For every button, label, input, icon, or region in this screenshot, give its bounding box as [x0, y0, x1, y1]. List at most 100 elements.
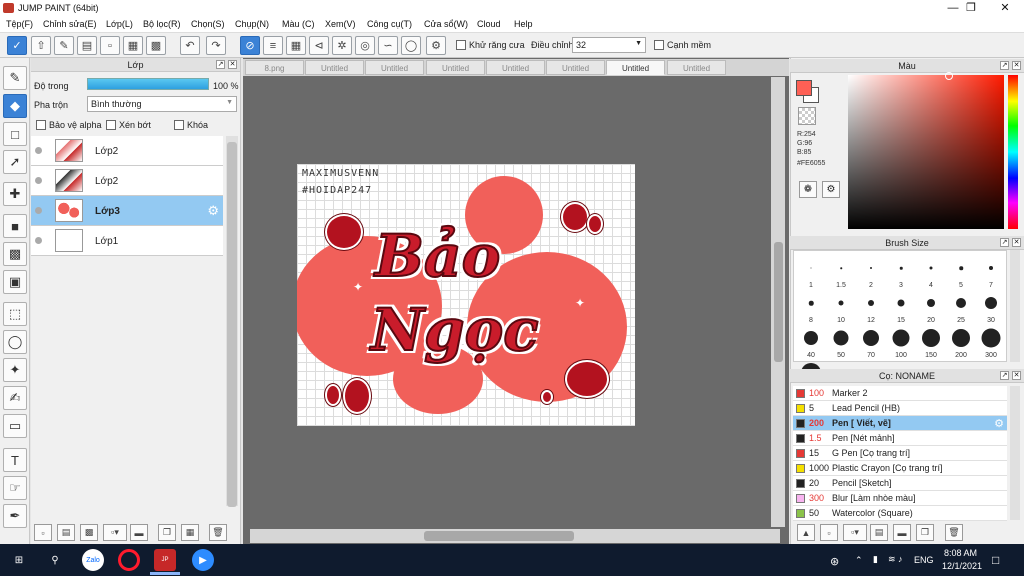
parallel-ruler-icon[interactable]: ≡: [263, 36, 283, 55]
menu-help[interactable]: Help: [514, 19, 533, 29]
menu-filter[interactable]: Bộ lọc(R): [143, 19, 181, 29]
brush-size-option[interactable]: 20: [916, 290, 946, 326]
menu-select[interactable]: Chọn(S): [191, 19, 225, 29]
brush-size-option[interactable]: 1: [796, 255, 826, 291]
layer-settings-icon[interactable]: ⚙: [207, 203, 219, 219]
tray-expand-icon[interactable]: ⌃: [855, 555, 863, 566]
menu-color[interactable]: Màu (C): [282, 19, 315, 29]
perspective-ruler-icon[interactable]: ⊲: [309, 36, 329, 55]
brush-item[interactable]: 200 Pen [ Viết, vẽ] ⚙: [793, 416, 1007, 431]
add-layer-dropdown-icon[interactable]: ▫▾: [103, 524, 127, 541]
blend-mode-select[interactable]: Bình thường ▼: [87, 96, 237, 112]
new-layer-icon[interactable]: ▤: [57, 524, 75, 541]
brush-item[interactable]: 300 Blur [Làm nhòe màu]: [793, 491, 1007, 506]
copy-icon[interactable]: ❐: [158, 524, 176, 541]
brush-trash-icon[interactable]: 🗑: [945, 524, 963, 541]
merge-icon[interactable]: ▦: [181, 524, 199, 541]
document-tab-active[interactable]: Untitled: [606, 60, 665, 75]
brush-item[interactable]: 15 G Pen [Cọ trang trí]: [793, 446, 1007, 461]
panel-close-icon[interactable]: ✕: [228, 60, 237, 69]
brush-folder-icon[interactable]: ▬: [893, 524, 911, 541]
windows-start-icon[interactable]: ⊞: [8, 549, 30, 571]
select-pen-tool-icon[interactable]: ✍: [3, 386, 27, 410]
layer-row[interactable]: Lớp1: [31, 226, 223, 256]
undock-icon[interactable]: ↗: [1000, 238, 1009, 247]
clock-date[interactable]: 12/1/2021: [942, 561, 982, 571]
zalo-icon[interactable]: Zalo: [82, 549, 104, 571]
brush-size-option[interactable]: 12: [856, 290, 886, 326]
foreground-color-swatch[interactable]: [796, 80, 812, 96]
grid-settings-icon[interactable]: ▦: [123, 36, 143, 55]
brush-list-scrollbar[interactable]: [1010, 386, 1020, 520]
brush-copy-icon[interactable]: ▫: [820, 524, 838, 541]
layer-row[interactable]: Lớp2: [31, 166, 223, 196]
undo-icon[interactable]: ↶: [180, 36, 200, 55]
brush-size-option[interactable]: 70: [856, 325, 886, 361]
jump-paint-icon[interactable]: JP: [154, 549, 176, 571]
line-tool-icon[interactable]: ➚: [3, 150, 27, 174]
antialias-checkbox[interactable]: Khử răng cưa: [456, 40, 525, 50]
brush-duplicate-icon[interactable]: ❐: [916, 524, 934, 541]
opera-icon[interactable]: [118, 549, 140, 571]
visibility-icon[interactable]: [35, 147, 42, 154]
wifi-icon[interactable]: ≋: [888, 554, 896, 565]
document-tab[interactable]: Untitled: [486, 60, 545, 75]
artboard[interactable]: ✦ ✦ Bảo Ngọc: [297, 164, 635, 426]
curve-ruler-icon[interactable]: ∽: [378, 36, 398, 55]
brush-item[interactable]: 5 Lead Pencil (HB): [793, 401, 1007, 416]
document-tab[interactable]: Untitled: [426, 60, 485, 75]
close-button[interactable]: ✕: [988, 0, 1022, 17]
lasso-tool-icon[interactable]: ◯: [3, 330, 27, 354]
clip-checkbox[interactable]: Xén bớt: [106, 120, 151, 130]
lock-checkbox[interactable]: Khóa: [174, 120, 208, 130]
menu-capture[interactable]: Chụp(N): [235, 19, 269, 29]
ruler-settings-icon[interactable]: ⚙: [426, 36, 446, 55]
brush-size-option[interactable]: 100: [886, 325, 916, 361]
menu-cloud[interactable]: Cloud: [477, 19, 501, 29]
eraser-tool-icon[interactable]: ◆: [3, 94, 27, 118]
brush-size-option[interactable]: 300: [976, 325, 1006, 361]
brush-size-option[interactable]: 15: [886, 290, 916, 326]
brush-add-dropdown-icon[interactable]: ▫▾: [843, 524, 867, 541]
maximize-button[interactable]: ❐: [954, 0, 988, 17]
layer-row[interactable]: Lớp3 ⚙: [31, 196, 223, 226]
trash-icon[interactable]: 🗑: [209, 524, 227, 541]
eyedropper-tool-icon[interactable]: ✒: [3, 504, 27, 528]
brush-size-option[interactable]: 50: [826, 325, 856, 361]
brush-size-option[interactable]: 5: [946, 255, 976, 291]
menu-edit[interactable]: Chỉnh sửa(E): [43, 19, 97, 29]
document-tab[interactable]: 8.png: [245, 60, 304, 75]
undock-icon[interactable]: ↗: [216, 60, 225, 69]
layout-icon[interactable]: ▩: [146, 36, 166, 55]
brush-size-option[interactable]: 40: [796, 325, 826, 361]
brush-item[interactable]: 1000 Plastic Crayon [Cọ trang trí]: [793, 461, 1007, 476]
brush-item[interactable]: 50 Watercolor (Square): [793, 506, 1007, 521]
hue-slider[interactable]: [1008, 75, 1018, 229]
opacity-slider[interactable]: [87, 78, 209, 90]
clock-time[interactable]: 8:08 AM: [944, 548, 977, 558]
brush-size-option[interactable]: 1.5: [826, 255, 856, 291]
menu-view[interactable]: Xem(V): [325, 19, 356, 29]
visibility-icon[interactable]: [35, 237, 42, 244]
brush-size-option[interactable]: 30: [976, 290, 1006, 326]
brush-upload-icon[interactable]: ▲: [797, 524, 815, 541]
visibility-icon[interactable]: [35, 207, 42, 214]
brush-item[interactable]: 1.5 Pen [Nét mảnh]: [793, 431, 1007, 446]
document-tab[interactable]: Untitled: [365, 60, 424, 75]
menu-layer[interactable]: Lớp(L): [106, 19, 133, 29]
document-tab[interactable]: Untitled: [305, 60, 364, 75]
folder-icon[interactable]: ▬: [130, 524, 148, 541]
language-indicator[interactable]: ENG: [914, 555, 934, 565]
menu-window[interactable]: Cửa sổ(W): [424, 19, 468, 29]
concentric-ruler-icon[interactable]: ◎: [355, 36, 375, 55]
brush-size-option[interactable]: 8: [796, 290, 826, 326]
menu-tools[interactable]: Công cụ(T): [367, 19, 412, 29]
gradient-tool-icon[interactable]: ▣: [3, 270, 27, 294]
ellipse-ruler-icon[interactable]: ◯: [401, 36, 421, 55]
brush-size-option[interactable]: 25: [946, 290, 976, 326]
search-icon[interactable]: ⚲: [44, 549, 66, 571]
menu-file[interactable]: Tệp(F): [6, 19, 33, 29]
brush-size-scrollbar[interactable]: [1010, 250, 1020, 362]
brush-document-icon[interactable]: ▤: [870, 524, 888, 541]
notification-icon[interactable]: □: [992, 553, 999, 567]
